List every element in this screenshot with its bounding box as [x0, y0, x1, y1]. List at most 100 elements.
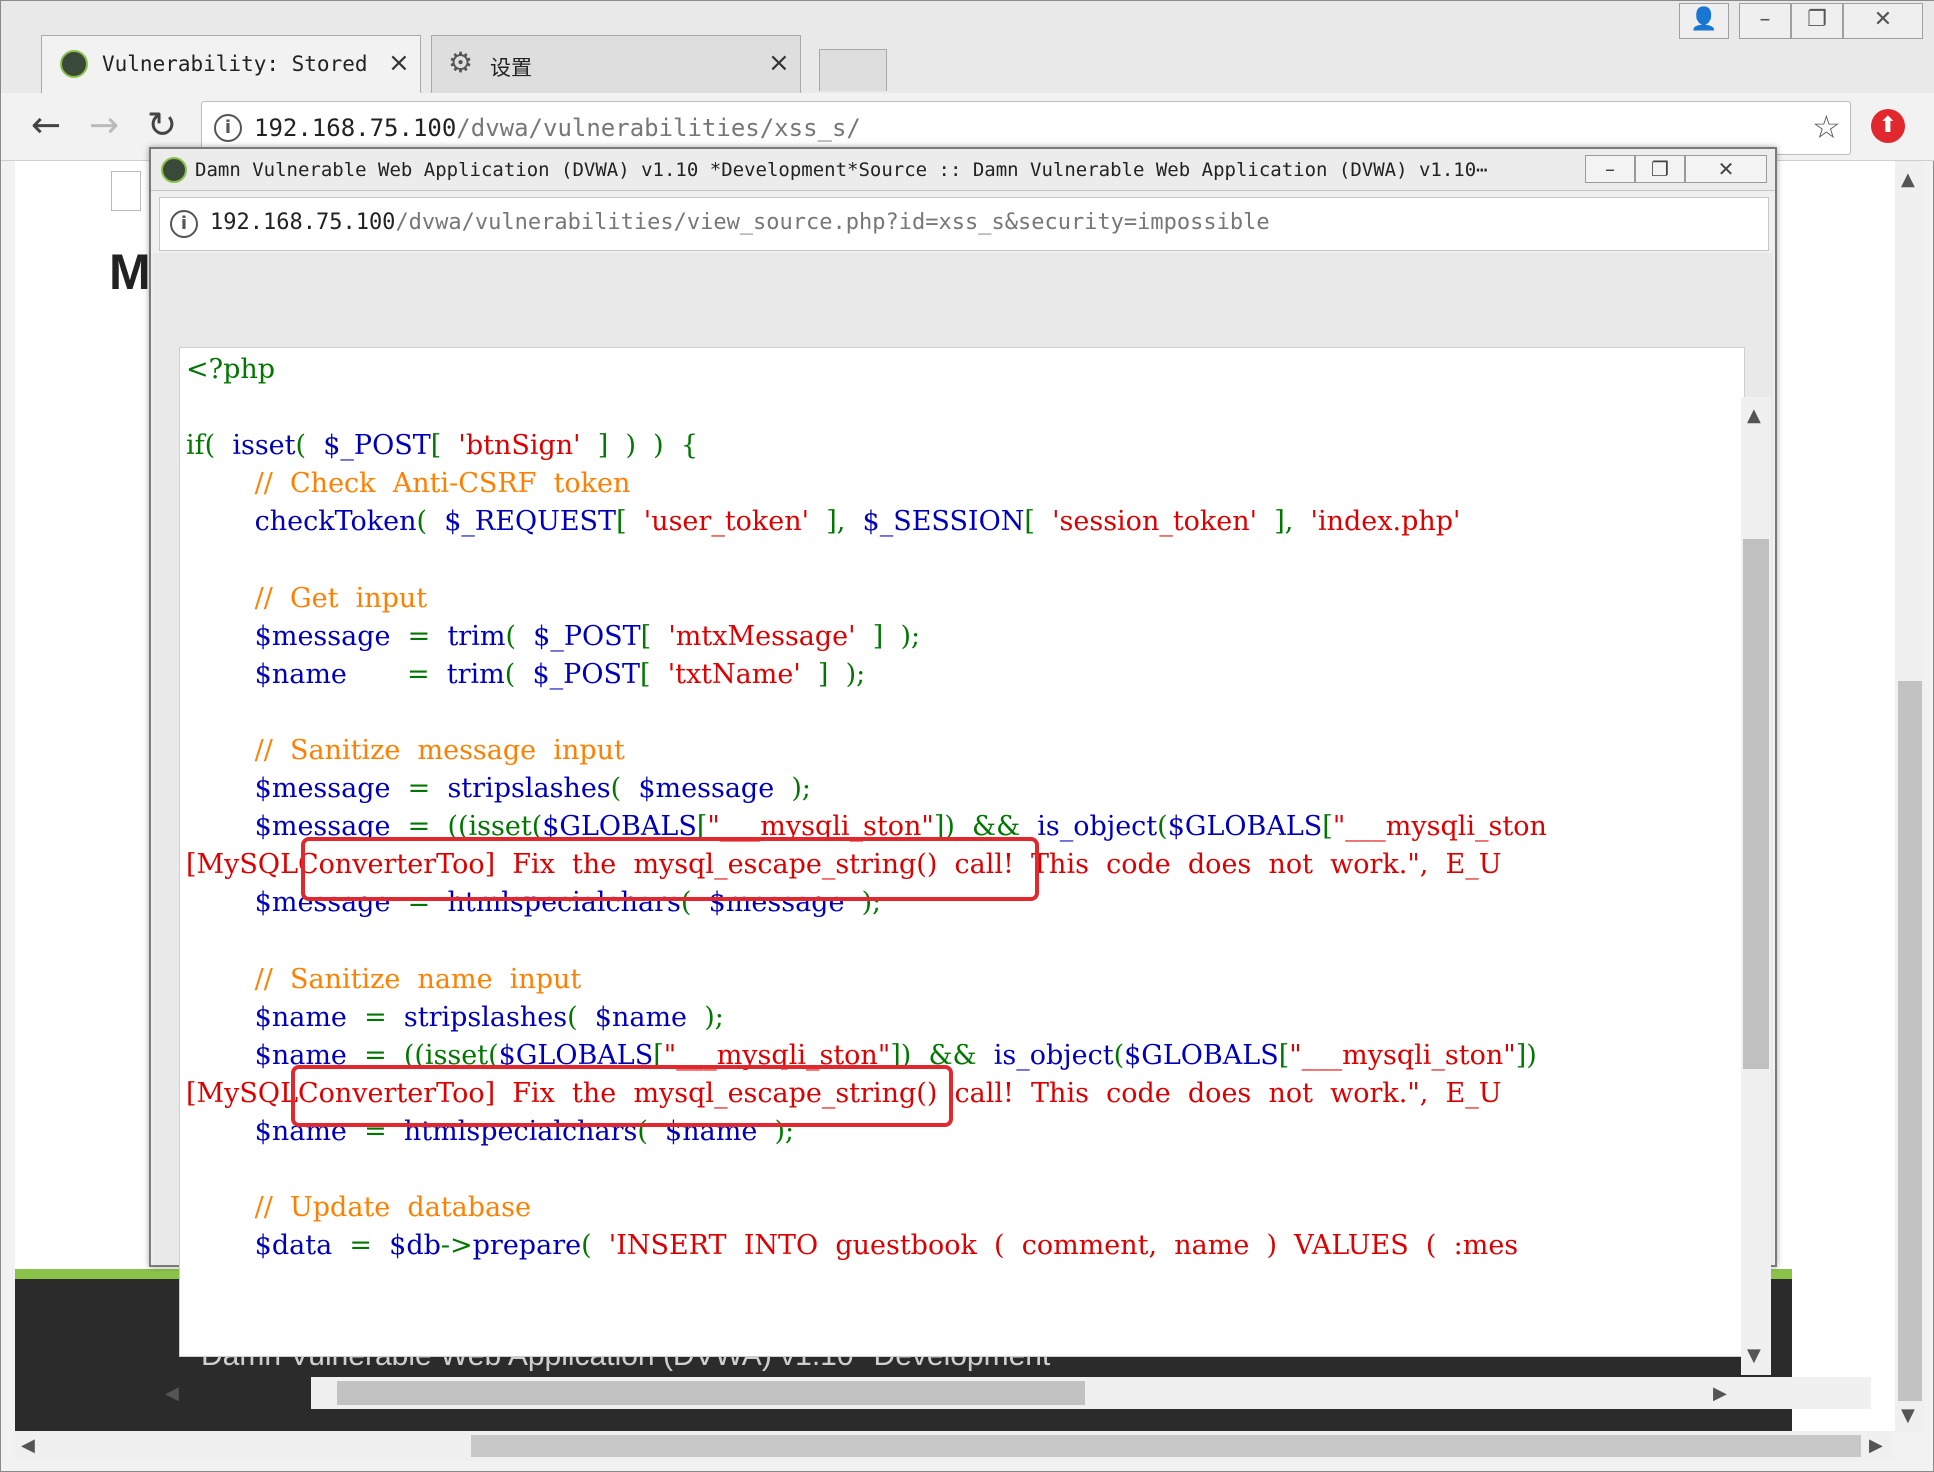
code-token: 'btnSign'	[458, 430, 581, 462]
popup-minimize-button[interactable]: –	[1585, 155, 1635, 183]
code-token: (	[504, 658, 533, 690]
reload-icon[interactable]: ↻	[147, 105, 177, 146]
code-token: $message	[186, 620, 408, 652]
code-token: // Sanitize message input	[186, 735, 625, 766]
code-token: ],	[1257, 506, 1311, 538]
code-line: $name = stripslashes( $name );	[186, 1002, 724, 1033]
highlight-box-message	[301, 837, 1039, 901]
code-token: prepare	[472, 1230, 582, 1262]
code-line: // Sanitize name input	[186, 964, 582, 995]
code-token: =	[349, 1230, 390, 1262]
url-path: /dvwa/vulnerabilities/view_source.php?id…	[395, 210, 1270, 235]
code-token: $_POST	[532, 658, 640, 690]
page-title: M	[109, 244, 151, 300]
tab-close-icon[interactable]: ×	[768, 48, 790, 78]
code-line: // Check Anti-CSRF token	[186, 468, 631, 500]
code-token: stripslashes	[403, 1001, 568, 1033]
code-token: $message	[186, 773, 408, 805]
code-line: $message = trim( $_POST[ 'mtxMessage' ] …	[186, 621, 920, 652]
tab-close-icon[interactable]: ×	[388, 48, 410, 78]
code-line: $data = $db->prepare( 'INSERT INTO guest…	[186, 1230, 1519, 1262]
popup-address-bar[interactable]: i 192.168.75.100/dvwa/vulnerabilities/vi…	[159, 197, 1769, 251]
code-token: is_object	[993, 1039, 1114, 1071]
code-token: trim	[447, 620, 506, 652]
code-token: 'user_token'	[643, 506, 810, 538]
code-token: // Get input	[186, 582, 428, 614]
popup-horizontal-scroll-thumb[interactable]	[337, 1381, 1085, 1405]
code-token: trim	[446, 658, 505, 690]
info-icon[interactable]: i	[170, 210, 198, 238]
popup-address-url: 192.168.75.100/dvwa/vulnerabilities/view…	[210, 210, 1270, 235]
tab-vulnerability-stored[interactable]: Vulnerability: Stored ×	[41, 35, 421, 93]
info-icon[interactable]: i	[214, 114, 242, 142]
code-token: =	[407, 620, 448, 652]
code-token: // Update database	[186, 1192, 531, 1224]
popup-vertical-scroll-thumb[interactable]	[1743, 539, 1769, 1069]
url-host: 192.168.75.100	[254, 114, 457, 142]
tab-settings[interactable]: ⚙ 设置 ×	[431, 35, 801, 93]
code-token: (	[581, 1230, 609, 1262]
close-button[interactable]: ✕	[1843, 3, 1923, 39]
code-token: =	[407, 773, 448, 805]
scroll-right-icon[interactable]: ▶	[1869, 1435, 1883, 1456]
code-token: is_object	[1037, 811, 1158, 843]
code-token: $_POST	[533, 620, 641, 652]
code-token: $_POST	[323, 430, 431, 462]
code-token: ])	[1515, 1039, 1537, 1071]
scroll-right-icon[interactable]: ▶	[1713, 1383, 1727, 1404]
new-tab-button[interactable]	[819, 49, 887, 91]
code-line: // Sanitize message input	[186, 735, 625, 766]
code-token: ] );	[855, 620, 921, 652]
scroll-left-icon[interactable]: ◀	[21, 1435, 35, 1456]
page-vertical-scroll-thumb[interactable]	[1898, 681, 1922, 1401]
code-token: $db	[389, 1230, 441, 1262]
scroll-down-icon[interactable]: ▼	[1747, 1345, 1761, 1366]
popup-close-button[interactable]: ✕	[1685, 155, 1767, 183]
scroll-up-icon[interactable]: ▲	[1901, 169, 1915, 190]
code-token: $message	[638, 773, 792, 805]
code-line: $name = trim( $_POST[ 'txtName' ] );	[186, 658, 866, 690]
highlight-box-name	[291, 1065, 953, 1127]
code-line: // Update database	[186, 1192, 531, 1223]
bookmark-star-icon[interactable]: ☆	[1812, 108, 1841, 146]
code-line: if( isset( $_POST[ 'btnSign' ] ) ) {	[186, 430, 698, 461]
code-token: 'index.php'	[1310, 506, 1461, 538]
code-line: checkToken( $_REQUEST[ 'user_token' ], $…	[186, 506, 1461, 538]
forward-icon[interactable]: →	[89, 105, 119, 146]
code-token: checkToken	[186, 506, 417, 538]
browser-window: Vulnerability: Stored × ⚙ 设置 × 👤 – ❐ ✕ ←…	[0, 0, 1934, 1472]
back-icon[interactable]: ←	[31, 105, 61, 146]
code-token: isset	[232, 430, 296, 462]
code-token: [	[640, 620, 669, 652]
user-icon[interactable]: 👤	[1679, 3, 1729, 39]
code-token: $name	[594, 1001, 705, 1033]
code-token: $_REQUEST	[444, 506, 617, 538]
code-token: ],	[809, 506, 863, 538]
code-token: // Check Anti-CSRF token	[186, 468, 631, 500]
popup-restore-button[interactable]: ❐	[1635, 155, 1685, 183]
code-token: (	[1113, 1039, 1125, 1071]
code-token: [	[616, 506, 644, 538]
code-token: $name	[186, 658, 407, 690]
code-token: ] ) ) {	[580, 430, 699, 462]
code-token: (	[416, 506, 445, 538]
dvwa-logo-icon	[60, 50, 88, 78]
scroll-up-icon[interactable]: ▲	[1747, 405, 1761, 426]
scroll-down-icon[interactable]: ▼	[1901, 1405, 1915, 1426]
popup-title-bar[interactable]: Damn Vulnerable Web Application (DVWA) v…	[151, 149, 1775, 191]
minimize-button[interactable]: –	[1739, 3, 1791, 39]
code-token: ] );	[800, 658, 866, 690]
code-token: [	[1278, 1039, 1290, 1071]
code-token: );	[791, 773, 811, 805]
code-token: [	[1024, 506, 1053, 538]
restore-button[interactable]: ❐	[1791, 3, 1843, 39]
page-horizontal-scroll-thumb[interactable]	[471, 1435, 1861, 1457]
code-token: "___mysqli_ston	[1332, 811, 1547, 843]
code-token: "___mysqli_ston"	[1289, 1039, 1516, 1071]
extension-icon[interactable]: ⬆	[1871, 109, 1905, 143]
code-token: stripslashes	[447, 773, 611, 805]
tab-title: Vulnerability: Stored	[102, 52, 368, 76]
address-url: 192.168.75.100/dvwa/vulnerabilities/xss_…	[254, 114, 861, 142]
code-token: (	[610, 773, 639, 805]
scroll-left-icon[interactable]: ◀	[165, 1383, 179, 1404]
